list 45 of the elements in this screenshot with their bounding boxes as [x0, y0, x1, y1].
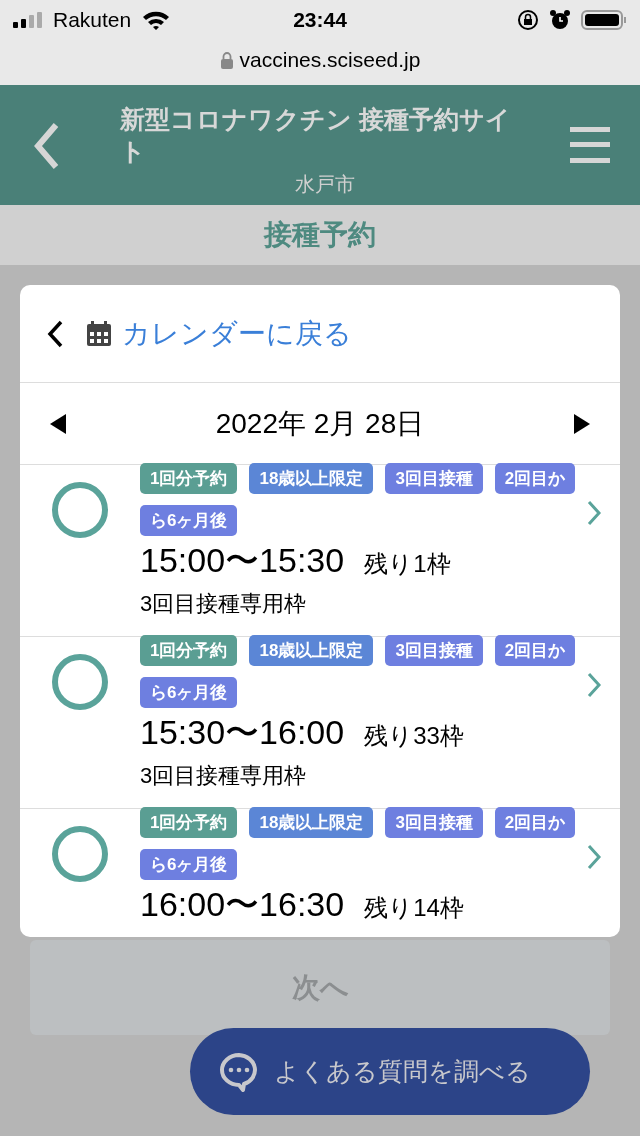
alarm-icon: [549, 9, 571, 31]
back-icon[interactable]: [46, 318, 64, 349]
carrier-name: Rakuten: [53, 7, 132, 34]
battery-icon: [581, 9, 627, 31]
tag: 18歳以上限定: [249, 463, 374, 494]
circle-mark-icon: [50, 652, 110, 712]
time-slot-row[interactable]: 1回分予約 18歳以上限定 3回目接種 2回目から6ヶ月後 15:30〜16:00 残り33枠 3回目接種専用枠: [20, 637, 620, 809]
slot-note: 3回目接種専用枠: [140, 762, 307, 790]
time-slot-row[interactable]: 1回分予約 18歳以上限定 3回目接種 2回目から6ヶ月後 16:00〜16:30 残り14枠: [20, 809, 620, 937]
section-title: 接種予約: [264, 218, 376, 252]
time-range: 15:30〜16:00: [140, 712, 345, 753]
selected-date: 2022年 2月 28日: [215, 406, 425, 441]
time-range: 15:00〜15:30: [140, 540, 345, 581]
time-range: 16:00〜16:30: [140, 884, 345, 925]
tag: 1回分予約: [140, 463, 238, 494]
tag: 3回目接種: [385, 635, 483, 666]
site-title: 新型コロナワクチン 接種予約サイト: [120, 104, 512, 167]
lock-icon: [219, 50, 234, 69]
slot-note: 3回目接種専用枠: [140, 590, 307, 618]
time-slot-row[interactable]: 1回分予約 18歳以上限定 3回目接種 2回目から6ヶ月後 15:00〜15:30 残り1枠 3回目接種専用枠: [20, 465, 620, 637]
chat-bubble-icon: [218, 1050, 260, 1093]
city-name: 水戸市: [294, 172, 356, 197]
next-day-icon[interactable]: [572, 412, 592, 435]
chevron-right-icon: [586, 843, 602, 871]
remaining-slots: 残り1枠: [364, 546, 451, 582]
faq-button[interactable]: よくある質問を調べる: [190, 1028, 590, 1115]
tag: 1回分予約: [140, 635, 238, 666]
remaining-slots: 残り14枠: [364, 890, 464, 926]
previous-day-icon[interactable]: [48, 412, 68, 435]
calendar-icon: [86, 320, 112, 347]
rotation-lock-icon: [517, 9, 539, 31]
chevron-right-icon: [586, 671, 602, 699]
circle-mark-icon: [50, 480, 110, 540]
tag: 18歳以上限定: [249, 807, 374, 838]
tag: 1回分予約: [140, 807, 238, 838]
tag: 18歳以上限定: [249, 635, 374, 666]
tag: 3回目接種: [385, 807, 483, 838]
remaining-slots: 残り33枠: [364, 718, 464, 754]
wifi-icon: [141, 9, 172, 31]
chevron-right-icon: [586, 499, 602, 527]
circle-mark-icon: [50, 824, 110, 884]
clock-time: 23:44: [293, 7, 347, 34]
back-to-calendar-link[interactable]: カレンダーに戻る: [122, 312, 352, 355]
menu-icon[interactable]: [570, 127, 610, 163]
tag: 3回目接種: [385, 463, 483, 494]
